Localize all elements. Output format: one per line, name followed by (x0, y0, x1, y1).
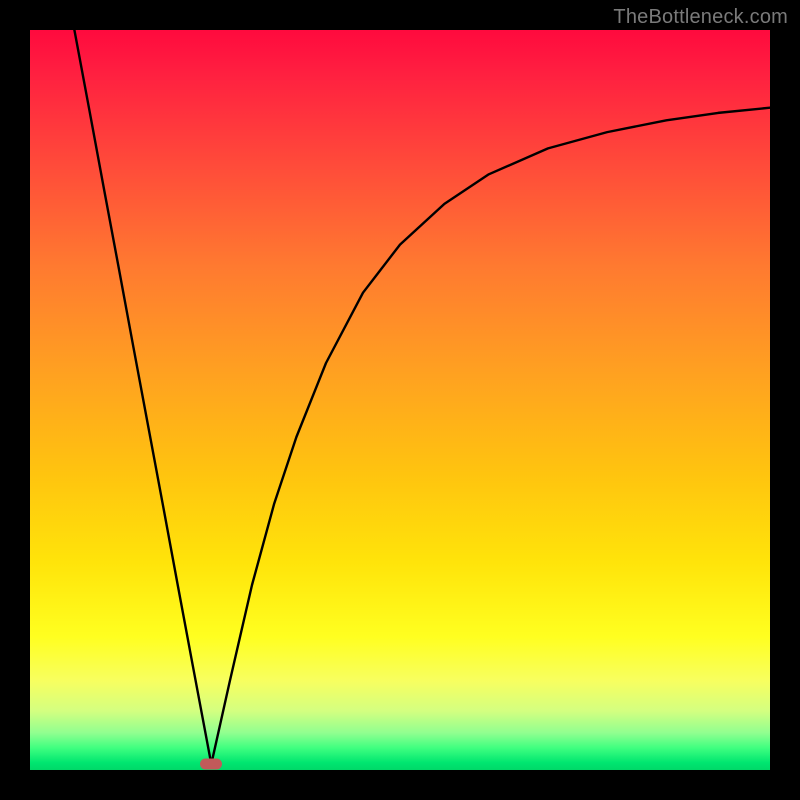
min-marker (200, 759, 222, 770)
attribution-text: TheBottleneck.com (613, 6, 788, 29)
curve-line (30, 30, 770, 770)
curve-path (74, 30, 770, 764)
chart-frame: TheBottleneck.com (0, 0, 800, 800)
plot-area (30, 30, 770, 770)
